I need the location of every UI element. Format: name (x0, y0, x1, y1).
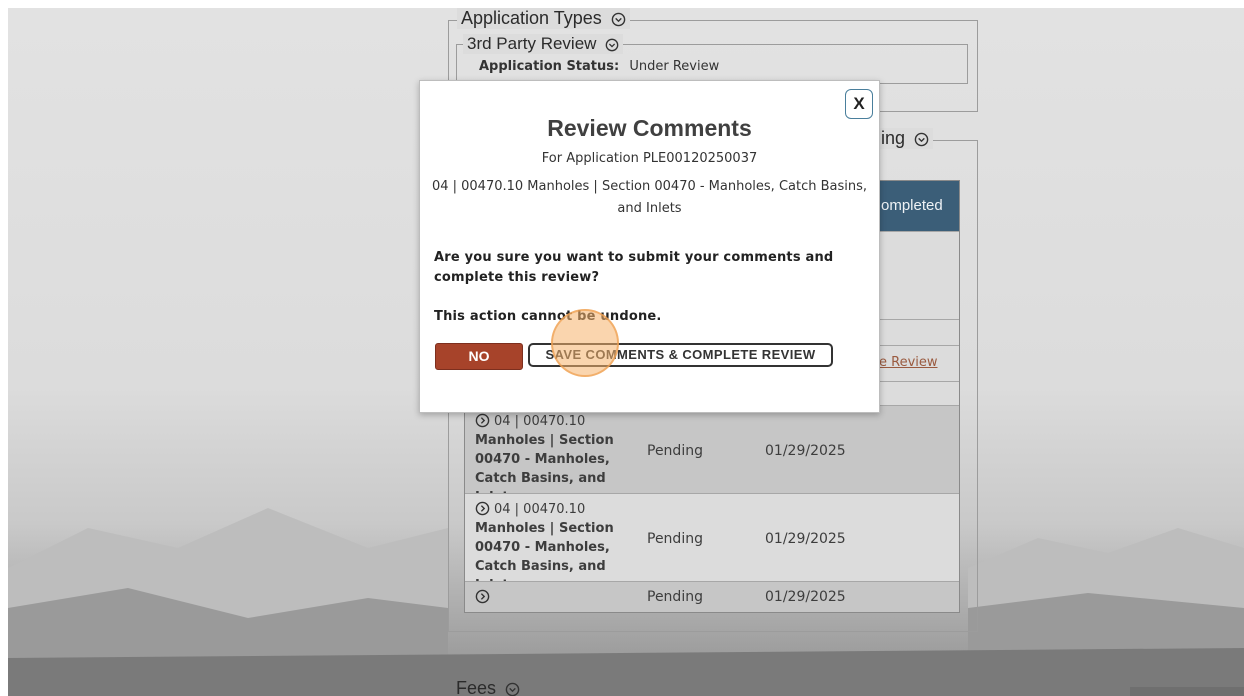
application-status-value: Under Review (629, 59, 720, 74)
third-party-review-header[interactable]: 3rd Party Review (463, 34, 624, 54)
review-routing-header[interactable]: ing (877, 128, 934, 149)
row-code: 04 | 00470.10 (494, 502, 586, 517)
chevron-circle-right-icon[interactable] (475, 413, 490, 428)
row-status: Pending (647, 589, 703, 605)
application-status-label: Application Status: (479, 59, 620, 74)
row-date: 01/29/2025 (765, 443, 846, 459)
chevron-circle-down-icon (605, 38, 619, 51)
table-row: 04 | 00470.10 Manholes | Section 00470 -… (465, 493, 959, 593)
row-status: Pending (647, 531, 703, 547)
undo-warning: This action cannot be undone. (434, 309, 662, 324)
application-number: For Application PLE00120250037 (541, 151, 758, 166)
row-date: 01/29/2025 (765, 589, 846, 605)
complete-review-link[interactable]: e Review (879, 355, 938, 370)
chevron-circle-down-icon (611, 12, 626, 27)
save-and-complete-button[interactable]: SAVE COMMENTS & COMPLETE REVIEW (528, 343, 833, 367)
chevron-circle-right-icon[interactable] (475, 589, 490, 604)
no-button[interactable]: NO (435, 343, 523, 370)
table-row: Pending 01/29/2025 (465, 581, 959, 612)
third-party-review-title: 3rd Party Review (467, 34, 597, 53)
chevron-circle-down-icon (914, 132, 929, 147)
row-name-cell (475, 588, 645, 607)
fees-title: Fees (456, 678, 497, 696)
completed-column-header: ompleted (881, 197, 943, 214)
chevron-circle-right-icon[interactable] (475, 501, 490, 516)
review-comments-modal: X Review Comments For Application PLE001… (419, 80, 880, 413)
modal-title: Review Comments (547, 115, 752, 141)
review-routing-title: ing (881, 128, 906, 148)
row-status: Pending (647, 443, 703, 459)
chevron-circle-down-icon (505, 682, 520, 696)
third-party-review-fieldset: 3rd Party Review Application Status: Und… (456, 34, 968, 84)
floating-tab[interactable] (1130, 687, 1244, 696)
table-row: 04 | 00470.10 Manholes | Section 00470 -… (465, 405, 959, 505)
confirm-question: Are you sure you want to submit your com… (434, 250, 834, 285)
review-item-description: 04 | 00470.10 Manholes | Section 00470 -… (431, 179, 868, 216)
application-types-title: Application Types (461, 8, 602, 28)
application-status: Application Status: Under Review (479, 59, 719, 74)
application-types-header[interactable]: Application Types (457, 8, 630, 29)
row-code: 04 | 00470.10 (494, 414, 586, 429)
fees-header[interactable]: Fees (452, 678, 524, 696)
row-date: 01/29/2025 (765, 531, 846, 547)
